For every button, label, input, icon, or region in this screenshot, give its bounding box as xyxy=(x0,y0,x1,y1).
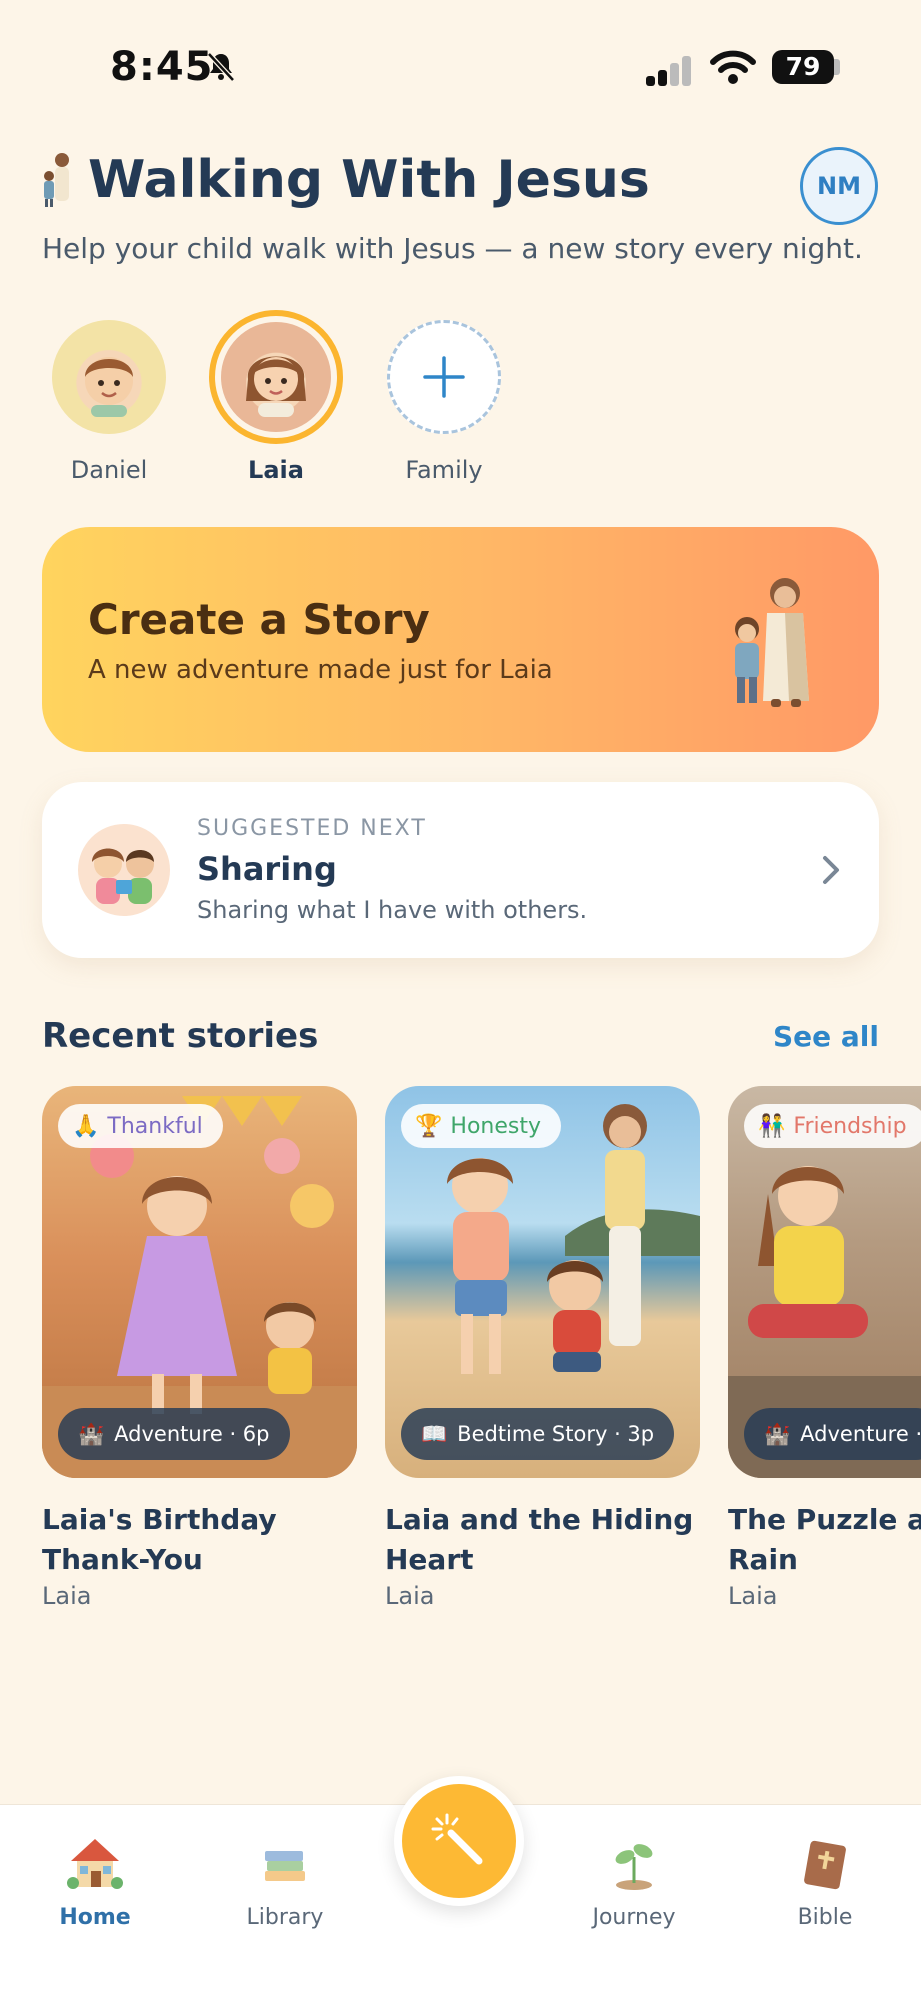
tab-library[interactable]: Library xyxy=(215,1833,355,1930)
story-card[interactable]: 🙏 Thankful 🏰 Adventure · 6p Laia's Birth… xyxy=(42,1086,357,1610)
story-tag: 🏆 Honesty xyxy=(401,1104,561,1148)
wifi-icon xyxy=(710,50,756,84)
sharing-illustration xyxy=(78,824,170,916)
suggested-subtitle: Sharing what I have with others. xyxy=(197,896,588,924)
story-card[interactable]: 🏆 Honesty 📖 Bedtime Story · 3p Laia and … xyxy=(385,1086,700,1610)
tab-label: Bible xyxy=(797,1905,853,1930)
account-avatar[interactable]: NM xyxy=(800,147,878,225)
battery-indicator: 79 xyxy=(772,50,834,84)
castle-icon: 🏰 xyxy=(764,1421,791,1446)
suggested-title: Sharing xyxy=(197,850,337,888)
page-subtitle: Help your child walk with Jesus — a new … xyxy=(42,232,863,265)
tab-journey[interactable]: Journey xyxy=(564,1833,704,1930)
tab-home[interactable]: Home xyxy=(25,1833,165,1930)
chevron-right-icon xyxy=(823,856,839,884)
jesus-and-child-illustration xyxy=(735,578,809,707)
profile-name: Daniel xyxy=(70,456,148,484)
story-meta-label: Adventure · xyxy=(800,1422,921,1446)
trophy-icon: 🏆 xyxy=(415,1113,443,1139)
story-tag: 🙏 Thankful xyxy=(58,1104,223,1148)
story-card[interactable]: 👫 Friendship 🏰 Adventure · The Puzzle ar… xyxy=(728,1086,921,1610)
status-time: 8:45 xyxy=(110,44,214,90)
see-all-link[interactable]: See all xyxy=(773,1020,879,1053)
create-story-card[interactable]: Create a Story A new adventure made just… xyxy=(42,527,879,752)
profile-avatar xyxy=(52,320,166,434)
boy-avatar-icon xyxy=(85,357,133,417)
story-meta: 🏰 Adventure · 6p xyxy=(58,1408,290,1460)
create-story-subtitle: A new adventure made just for Laia xyxy=(88,655,553,685)
bell-muted-icon xyxy=(207,52,235,82)
story-owner: Laia xyxy=(42,1582,92,1610)
story-cover-image: 🏆 Honesty 📖 Bedtime Story · 3p xyxy=(385,1086,700,1478)
profile-avatar-selected xyxy=(209,310,343,444)
profile-name: Family xyxy=(405,456,483,484)
children-sharing-icon xyxy=(92,848,154,904)
bible-icon xyxy=(804,1840,846,1890)
status-bar: 8:45 79 xyxy=(0,0,921,130)
battery-tip xyxy=(834,59,840,75)
story-owner: Laia xyxy=(385,1582,435,1610)
tab-bible[interactable]: Bible xyxy=(755,1833,895,1930)
girl-avatar-icon xyxy=(246,356,306,417)
profile-laia[interactable]: Laia xyxy=(209,310,343,484)
tab-label: Home xyxy=(59,1905,131,1930)
friends-icon: 👫 xyxy=(758,1113,786,1139)
story-meta-label: Adventure · 6p xyxy=(114,1422,270,1446)
open-book-icon: 📖 xyxy=(421,1421,448,1446)
story-title: The Puzzle ar Rain xyxy=(728,1503,921,1576)
page-title: Walking With Jesus xyxy=(88,150,650,210)
story-title: Laia's Birthday Thank-You xyxy=(42,1503,277,1576)
create-story-fab[interactable] xyxy=(394,1776,524,1906)
profile-add-family[interactable]: Family xyxy=(387,320,501,484)
story-cover-image: 🙏 Thankful 🏰 Adventure · 6p xyxy=(42,1086,357,1478)
story-title: Laia and the Hiding Heart xyxy=(385,1503,694,1576)
tab-label: Library xyxy=(246,1905,324,1930)
suggested-eyebrow: SUGGESTED NEXT xyxy=(197,816,427,841)
story-tag-label: Friendship xyxy=(793,1113,907,1139)
app-header: Walking With Jesus xyxy=(40,150,650,210)
profile-daniel[interactable]: Daniel xyxy=(52,320,166,484)
story-cover-image: 👫 Friendship 🏰 Adventure · xyxy=(728,1086,921,1478)
add-profile-circle xyxy=(387,320,501,434)
story-meta: 📖 Bedtime Story · 3p xyxy=(401,1408,675,1460)
profile-name: Laia xyxy=(248,456,304,484)
tab-label: Journey xyxy=(592,1905,676,1930)
story-tag: 👫 Friendship xyxy=(744,1104,921,1148)
recent-stories-heading: Recent stories xyxy=(42,1016,319,1056)
create-story-title: Create a Story xyxy=(88,595,430,644)
praying-hands-icon: 🙏 xyxy=(72,1113,100,1139)
castle-icon: 🏰 xyxy=(78,1421,105,1446)
story-tag-label: Honesty xyxy=(450,1113,541,1139)
jesus-child-figure-icon xyxy=(44,153,69,207)
plus-icon xyxy=(423,356,465,398)
story-tag-label: Thankful xyxy=(107,1113,203,1139)
house-icon xyxy=(67,1839,123,1889)
sprout-icon xyxy=(615,1844,653,1890)
suggested-next-card[interactable]: SUGGESTED NEXT Sharing Sharing what I ha… xyxy=(42,782,879,958)
books-icon xyxy=(265,1851,305,1881)
story-meta: 🏰 Adventure · xyxy=(744,1408,921,1460)
cellular-signal-icon xyxy=(646,54,691,86)
story-meta-label: Bedtime Story · 3p xyxy=(457,1422,655,1446)
story-owner: Laia xyxy=(728,1582,778,1610)
magic-wand-icon xyxy=(431,1813,483,1865)
